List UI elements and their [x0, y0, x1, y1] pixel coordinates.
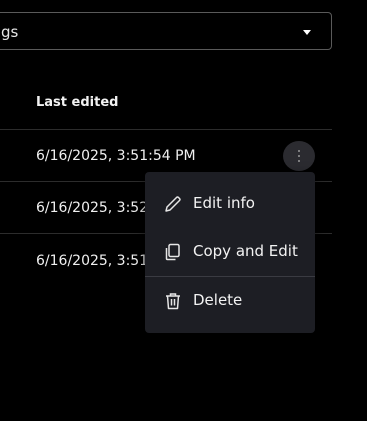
pencil-icon [163, 194, 183, 214]
menu-item-edit-info[interactable]: Edit info [145, 182, 315, 226]
menu-divider [145, 276, 315, 277]
copy-icon [163, 242, 183, 262]
kebab-dot [298, 160, 300, 162]
dropdown-caret-icon[interactable] [303, 30, 311, 35]
page: gs Last edited 6/16/2025, 3:51:54 PM 6/1… [0, 0, 367, 421]
menu-item-delete[interactable]: Delete [145, 279, 315, 323]
row-last-edited: 6/16/2025, 3:52 [36, 200, 149, 216]
kebab-dot [298, 150, 300, 152]
menu-item-label: Edit info [193, 194, 255, 212]
row-last-edited: 6/16/2025, 3:51:54 PM [36, 148, 196, 164]
filter-select-value: gs [1, 23, 19, 41]
context-menu: Edit info Copy and Edit Delete [145, 172, 315, 333]
kebab-dot [298, 155, 300, 157]
menu-item-copy-and-edit[interactable]: Copy and Edit [145, 230, 315, 274]
menu-item-label: Delete [193, 291, 243, 309]
trash-icon [163, 291, 183, 311]
filter-select[interactable]: gs [0, 12, 332, 50]
row-last-edited: 6/16/2025, 3:51: [36, 253, 153, 269]
row-more-options-button[interactable] [283, 141, 315, 171]
column-header-last-edited[interactable]: Last edited [36, 95, 118, 110]
row-divider [0, 129, 332, 130]
menu-item-label: Copy and Edit [193, 242, 298, 260]
